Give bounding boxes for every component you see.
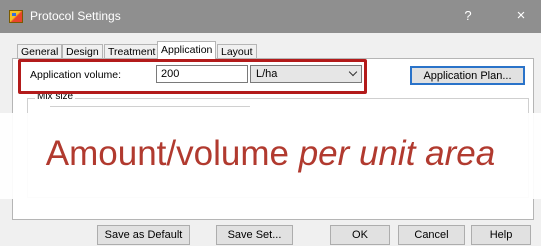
save-set-button[interactable]: Save Set... <box>216 225 293 245</box>
divider <box>50 106 250 107</box>
application-plan-button[interactable]: Application Plan... <box>410 66 525 85</box>
window-title: Protocol Settings <box>30 9 121 23</box>
tab-treatment[interactable]: Treatment <box>104 44 160 59</box>
caption-main: Amount/volume <box>45 134 299 173</box>
app-icon <box>9 10 23 23</box>
tab-design[interactable]: Design <box>62 44 103 59</box>
caption-emphasis: per unit area <box>298 134 496 173</box>
ok-button[interactable]: OK <box>330 225 390 245</box>
help-icon[interactable]: ? <box>460 8 476 23</box>
annotation-highlight-box <box>18 59 367 94</box>
close-icon[interactable]: × <box>512 7 530 24</box>
tab-application[interactable]: Application <box>157 41 217 59</box>
tab-general[interactable]: General <box>17 44 63 59</box>
tab-layout[interactable]: Layout <box>217 44 257 59</box>
cancel-button[interactable]: Cancel <box>398 225 465 245</box>
annotation-caption: Amount/volume per unit area <box>0 134 541 174</box>
save-as-default-button[interactable]: Save as Default <box>97 225 190 245</box>
help-button[interactable]: Help <box>471 225 531 245</box>
title-bar: Protocol Settings ? × <box>0 0 541 33</box>
